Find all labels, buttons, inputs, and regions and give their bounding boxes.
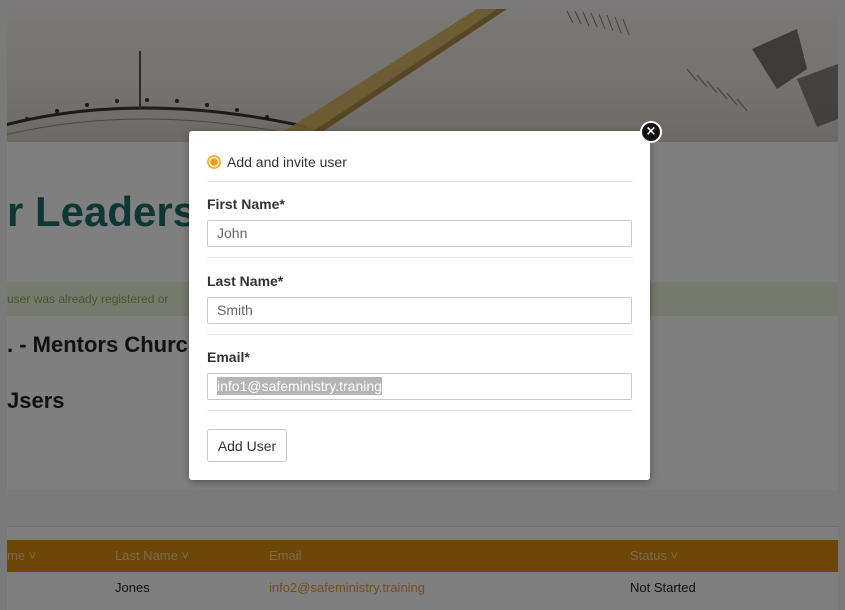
- divider: [207, 334, 633, 335]
- divider: [207, 181, 633, 182]
- first-name-value: John: [217, 225, 248, 241]
- last-name-input[interactable]: Smith: [207, 297, 632, 324]
- close-icon[interactable]: ×: [640, 121, 662, 143]
- email-label: Email*: [207, 349, 250, 365]
- option-label: Add and invite user: [227, 154, 347, 170]
- last-name-value: Smith: [217, 302, 253, 318]
- radio-selected-icon[interactable]: [207, 155, 221, 169]
- add-user-modal: Add and invite user First Name* John Las…: [189, 131, 650, 480]
- last-name-label: Last Name*: [207, 273, 284, 289]
- divider: [207, 257, 633, 258]
- email-input[interactable]: info1@safeministry.traning: [207, 373, 632, 400]
- first-name-input[interactable]: John: [207, 220, 632, 247]
- email-value-selected: info1@safeministry.traning: [217, 377, 382, 395]
- divider: [207, 410, 633, 411]
- first-name-label: First Name*: [207, 196, 285, 212]
- add-user-button[interactable]: Add User: [207, 429, 287, 462]
- add-and-invite-option[interactable]: Add and invite user: [207, 152, 347, 172]
